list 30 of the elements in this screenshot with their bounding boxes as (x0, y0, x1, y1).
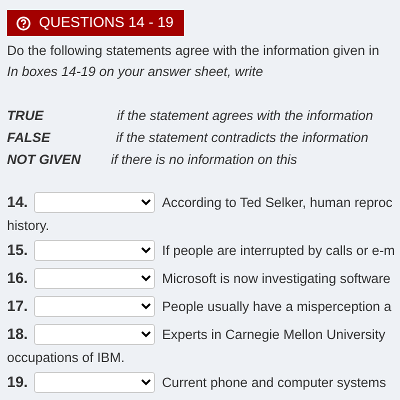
legend-term: TRUE (7, 108, 45, 122)
question-text: Experts in Carnegie Mellon University (162, 327, 386, 342)
question-number: 17. (7, 298, 29, 315)
legend-meaning: if the statement agrees with the information (117, 108, 374, 122)
question-text: occupations of IBM. (7, 350, 126, 365)
question-text: Microsoft is now investigating software (162, 271, 390, 286)
question-text: People usually have a misperception a (162, 299, 392, 314)
instruction-text: Do the following statements agree with the information given in (7, 43, 380, 58)
question-text: If people are interrupted by calls or e-m (162, 243, 395, 258)
question-text: history. (7, 218, 50, 233)
question-number: 19. (7, 374, 29, 391)
answer-dropdown[interactable] (34, 240, 155, 261)
question-number: 14. (7, 194, 29, 211)
answer-dropdown[interactable] (34, 268, 155, 289)
question-number: 15. (7, 242, 29, 259)
legend-meaning: if the statement contradicts the information (116, 130, 368, 144)
sub-instruction-text: In boxes 14-19 on your answer sheet, write (7, 64, 264, 79)
question-text: According to Ted Selker, human reproc (162, 195, 392, 210)
question-text: Current phone and computer systems (162, 375, 386, 390)
answer-dropdown[interactable] (34, 296, 155, 317)
header-title: QUESTIONS 14 - 19 (39, 15, 174, 31)
legend-term: NOT GIVEN (7, 152, 82, 166)
question-number: 18. (7, 326, 29, 343)
legend-meaning: if there is no information on this (111, 152, 298, 166)
answer-dropdown[interactable] (34, 372, 155, 393)
legend-term: FALSE (7, 130, 52, 144)
answer-dropdown[interactable] (34, 324, 155, 345)
answer-dropdown[interactable] (34, 192, 155, 213)
question-icon (16, 16, 31, 30)
question-number: 16. (7, 270, 29, 287)
